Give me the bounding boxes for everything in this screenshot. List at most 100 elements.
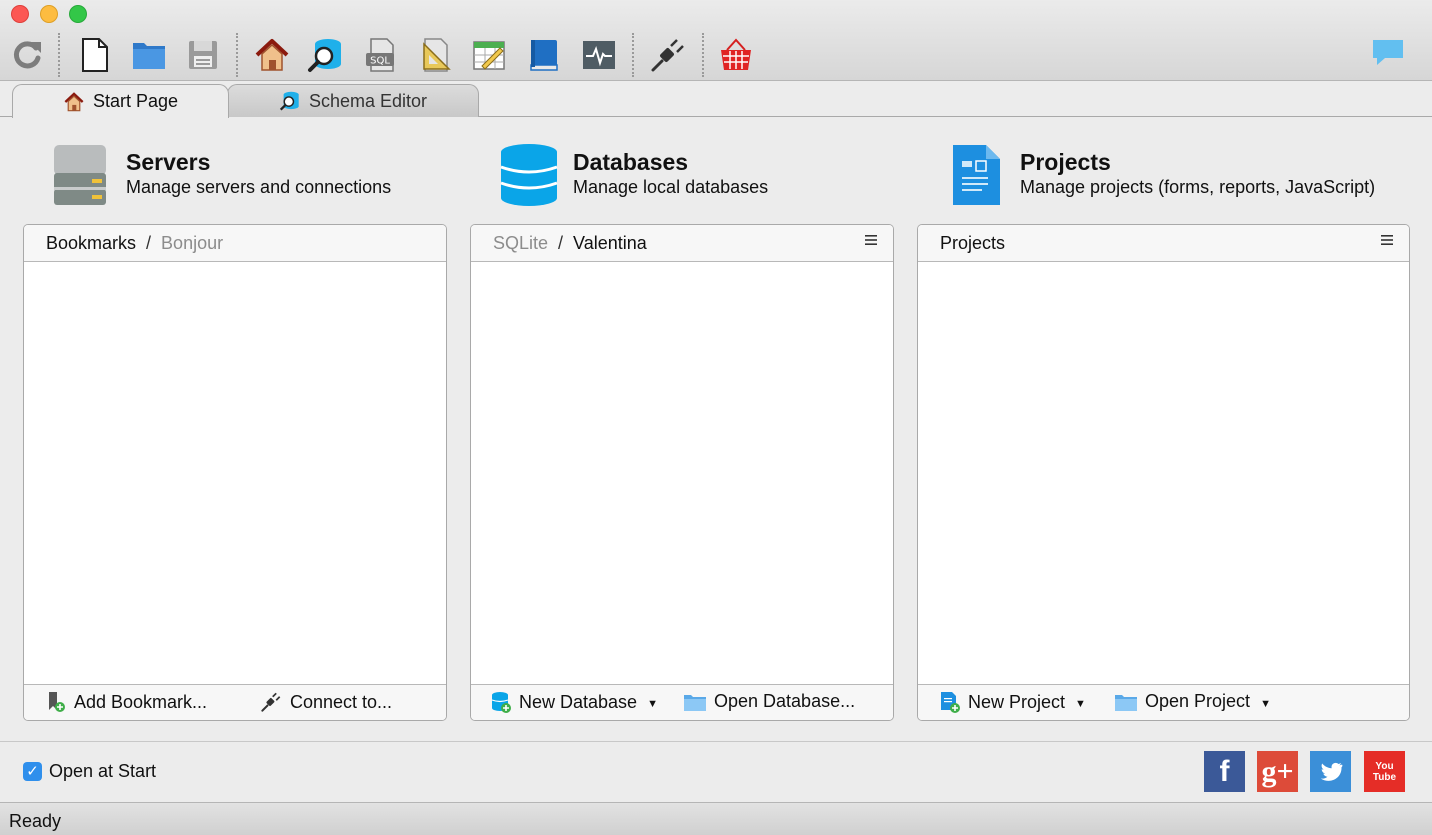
checkbox-checked[interactable]: ✓ (23, 762, 42, 781)
projects-header-label: Projects (940, 233, 1006, 253)
checkmark-icon: ✓ (26, 763, 39, 780)
save-button[interactable] (184, 36, 222, 74)
open-folder-button[interactable] (130, 36, 168, 74)
tab-schema-editor[interactable]: Schema Editor (227, 84, 479, 117)
home-icon (255, 39, 289, 71)
plug-icon (261, 692, 281, 712)
documentation-button[interactable] (525, 36, 563, 74)
breadcrumb-bookmarks[interactable]: Bookmarks (46, 233, 136, 253)
book-icon (530, 40, 558, 71)
open-database-button[interactable]: Open Database... (684, 691, 855, 712)
youtube-icon: You Tube (1372, 760, 1397, 783)
data-editor-button[interactable] (470, 36, 508, 74)
project-document-icon (953, 145, 1000, 205)
home-button[interactable] (253, 36, 291, 74)
refresh-button[interactable] (8, 36, 46, 74)
add-bookmark-button[interactable]: Add Bookmark... (46, 691, 207, 713)
store-button[interactable] (717, 36, 755, 74)
projects-panel-header: Projects (918, 225, 1409, 262)
minimize-window-button[interactable] (40, 5, 58, 23)
databases-list[interactable] (471, 262, 893, 684)
projects-section-icon (950, 143, 1010, 207)
query-builder-button[interactable] (416, 36, 454, 74)
open-project-label: Open Project (1145, 691, 1251, 711)
status-bar: Ready (0, 802, 1432, 835)
folder-icon (684, 694, 706, 711)
new-file-button[interactable] (76, 36, 114, 74)
breadcrumb: Bookmarks / Bonjour (46, 233, 223, 254)
tab-label: Schema Editor (308, 90, 428, 111)
monitor-button[interactable] (580, 36, 618, 74)
dropdown-arrow-icon: ▼ (647, 698, 658, 710)
servers-section-icon (52, 143, 112, 207)
folder-icon (1115, 694, 1137, 711)
toolbar-separator (236, 33, 238, 77)
servers-panel-footer: Add Bookmark... Connect to... (24, 684, 446, 720)
projects-panel-footer: New Project ▼ Open Project ▼ (918, 684, 1409, 720)
refresh-icon (13, 41, 41, 69)
save-icon (189, 41, 217, 69)
new-database-label: New Database (519, 691, 638, 712)
twitter-button[interactable] (1310, 751, 1351, 792)
dropdown-arrow-icon: ▼ (1075, 698, 1086, 710)
add-bookmark-label: Add Bookmark... (74, 691, 208, 712)
twitter-icon (1320, 762, 1342, 781)
zoom-window-button[interactable] (69, 5, 87, 23)
server-icon (54, 145, 106, 205)
triangle-ruler-icon (423, 38, 451, 72)
database-search-icon (279, 91, 299, 111)
folder-icon (133, 43, 165, 69)
google-plus-button[interactable]: g+ (1257, 751, 1298, 792)
sql-icon: SQL (366, 38, 394, 72)
open-at-start-label: Open at Start (49, 761, 157, 781)
projects-title: Projects (1020, 149, 1111, 175)
databases-panel: SQLite / Valentina New Database ▼ Open D… (470, 224, 894, 721)
servers-list[interactable] (24, 262, 446, 684)
plug-icon (651, 39, 684, 72)
projects-subtitle: Manage projects (forms, reports, JavaScr… (1020, 177, 1376, 197)
connect-to-button[interactable]: Connect to... (260, 691, 392, 713)
open-project-button[interactable]: Open Project ▼ (1115, 691, 1271, 712)
table-edit-icon (473, 41, 505, 70)
breadcrumb-separator: / (558, 233, 564, 253)
status-text: Ready (9, 811, 62, 831)
open-database-label: Open Database... (714, 691, 856, 711)
facebook-button[interactable]: f (1204, 751, 1245, 792)
connect-to-label: Connect to... (290, 691, 393, 712)
toolbar-separator (702, 33, 704, 77)
breadcrumb-separator: / (146, 233, 152, 253)
svg-text:SQL: SQL (370, 56, 390, 67)
tab-label: Start Page (92, 91, 179, 111)
servers-title: Servers (126, 149, 211, 175)
connect-button[interactable] (649, 36, 687, 74)
activity-icon (583, 41, 615, 69)
tab-start-page[interactable]: Start Page (12, 84, 229, 118)
document-icon (82, 38, 108, 72)
facebook-icon: f (1219, 754, 1230, 788)
projects-list[interactable] (918, 262, 1409, 684)
databases-section-icon (500, 143, 560, 207)
schema-editor-button[interactable] (307, 36, 345, 74)
new-database-button[interactable]: New Database ▼ (491, 691, 658, 713)
youtube-button[interactable]: You Tube (1364, 751, 1405, 792)
open-at-start-checkbox[interactable]: ✓ Open at Start (23, 761, 156, 782)
databases-title: Databases (573, 149, 689, 175)
databases-panel-header: SQLite / Valentina (471, 225, 893, 262)
new-project-button[interactable]: New Project ▼ (940, 691, 1086, 713)
window-toolbar: SQL (0, 0, 1432, 81)
databases-panel-footer: New Database ▼ Open Database... (471, 684, 893, 720)
breadcrumb-valentina[interactable]: Valentina (573, 233, 647, 253)
home-icon (64, 91, 84, 111)
close-window-button[interactable] (11, 5, 29, 23)
menu-icon[interactable] (1381, 234, 1393, 246)
dropdown-arrow-icon: ▼ (1260, 697, 1271, 710)
feedback-button[interactable] (1371, 38, 1405, 68)
breadcrumb-sqlite[interactable]: SQLite (493, 233, 548, 253)
divider (0, 741, 1432, 742)
projects-panel: Projects New Project ▼ Open Project ▼ (917, 224, 1410, 721)
database-icon (500, 144, 558, 206)
project-add-icon (941, 692, 960, 713)
sql-editor-button[interactable]: SQL (362, 36, 400, 74)
menu-icon[interactable] (865, 234, 877, 246)
breadcrumb-bonjour[interactable]: Bonjour (161, 233, 223, 253)
